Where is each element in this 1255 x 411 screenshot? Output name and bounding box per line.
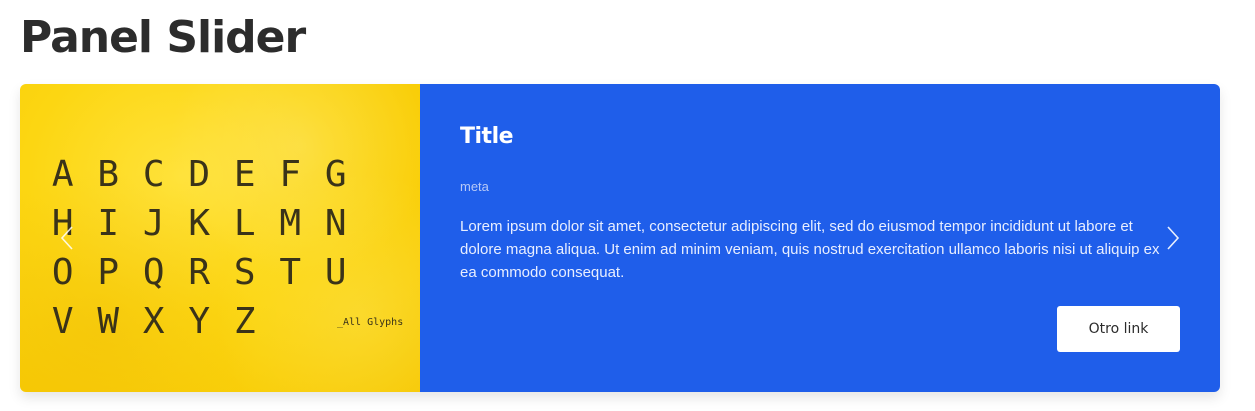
glyph: E (233, 154, 256, 195)
glyph: N (324, 203, 347, 244)
glyph: W (97, 301, 120, 342)
panel-slider: A B C D E F G H I J K L M N O P Q R S T … (20, 84, 1220, 392)
glyph: S (233, 252, 256, 293)
glyph: J (142, 203, 165, 244)
slide-title: Title (460, 124, 514, 149)
glyph: F (279, 154, 302, 195)
glyph: Y (188, 301, 211, 342)
glyph: V (51, 301, 74, 342)
page-title: Panel Slider (20, 12, 306, 63)
glyph: M (279, 203, 302, 244)
glyph: G (324, 154, 347, 195)
glyph-grid: A B C D E F G H I J K L M N O P Q R S T … (40, 150, 359, 346)
glyph: L (233, 203, 256, 244)
prev-slide-button[interactable] (56, 224, 80, 252)
slide-image: A B C D E F G H I J K L M N O P Q R S T … (20, 84, 420, 392)
glyph: C (142, 154, 165, 195)
glyph: I (97, 203, 120, 244)
slide-body-text: Lorem ipsum dolor sit amet, consectetur … (460, 218, 1160, 281)
glyph: D (188, 154, 211, 195)
glyph: B (97, 154, 120, 195)
glyph: X (142, 301, 165, 342)
glyph: Z (233, 301, 256, 342)
glyph-caption: _All Glyphs (337, 317, 404, 328)
glyph: P (97, 252, 120, 293)
glyph: T (279, 252, 302, 293)
glyph: R (188, 252, 211, 293)
next-slide-button[interactable] (1161, 224, 1185, 252)
glyph: Q (142, 252, 165, 293)
chevron-left-icon (60, 226, 73, 250)
chevron-right-icon (1167, 226, 1180, 250)
glyph: K (188, 203, 211, 244)
glyph: A (51, 154, 74, 195)
glyph: O (51, 252, 74, 293)
slide-content: Title meta Lorem ipsum dolor sit amet, c… (420, 84, 1220, 392)
glyph: U (324, 252, 347, 293)
otro-link-button[interactable]: Otro link (1057, 306, 1180, 352)
slide-meta: meta (460, 179, 489, 194)
